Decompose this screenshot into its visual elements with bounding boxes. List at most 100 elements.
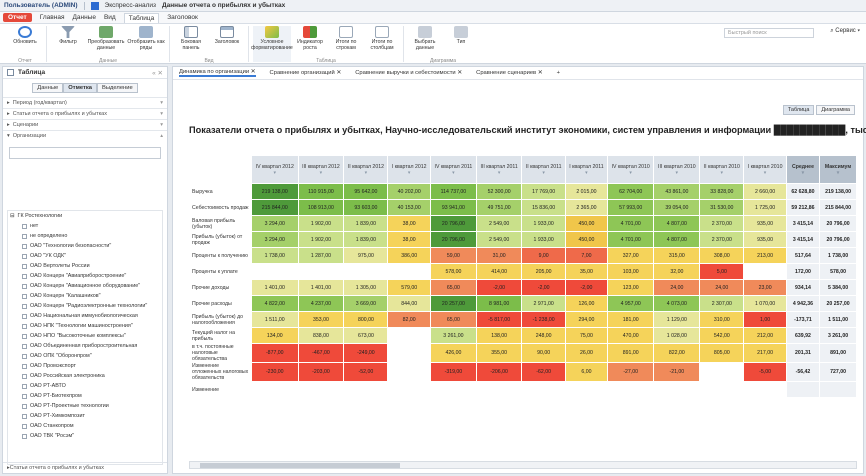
table-cell[interactable]: -2,00 bbox=[564, 279, 608, 296]
table-cell[interactable]: 3 415,14 bbox=[785, 231, 821, 248]
row-label[interactable]: Прочие расходы bbox=[189, 295, 252, 312]
table-cell[interactable] bbox=[387, 263, 431, 280]
app-name[interactable]: Экспресс-анализ bbox=[105, 2, 156, 9]
table-cell[interactable]: 26,00 bbox=[564, 343, 608, 363]
tree-item[interactable]: ОАО Национальная иммунобиологическая bbox=[8, 311, 162, 321]
table-cell[interactable] bbox=[297, 381, 345, 398]
column-filter-icon[interactable]: ▾ bbox=[566, 170, 607, 176]
growth-indicator-button[interactable]: Индикатор роста bbox=[293, 26, 327, 62]
table-cell[interactable] bbox=[251, 263, 299, 280]
tree-item[interactable]: ОАО Объединенная приборостроительная bbox=[8, 341, 162, 351]
quick-search-input[interactable]: Быстрый поиск bbox=[724, 28, 814, 38]
table-cell[interactable]: 844,00 bbox=[387, 295, 431, 312]
table-cell[interactable]: 800,00 bbox=[343, 311, 389, 328]
tab-data-panel[interactable]: Данные bbox=[32, 83, 64, 93]
table-cell[interactable]: 1 933,00 bbox=[521, 231, 566, 248]
table-cell[interactable]: 38,00 bbox=[387, 215, 431, 232]
column-filter-icon[interactable]: ▾ bbox=[700, 170, 743, 176]
table-cell[interactable] bbox=[564, 381, 608, 398]
table-cell[interactable]: 114 737,00 bbox=[429, 183, 477, 200]
conditional-format-button[interactable]: Условное форматирование bbox=[251, 26, 293, 62]
collapse-icon[interactable]: ⊟ bbox=[10, 213, 15, 219]
table-cell[interactable]: 1 738,00 bbox=[819, 247, 857, 264]
column-filter-icon[interactable]: ▾ bbox=[608, 170, 654, 176]
checkbox[interactable] bbox=[22, 223, 27, 229]
filter-button[interactable]: Фильтр bbox=[51, 26, 85, 62]
table-cell[interactable]: 3 261,00 bbox=[819, 327, 857, 344]
horizontal-scrollbar[interactable] bbox=[189, 461, 857, 469]
table-cell[interactable]: 23,00 bbox=[743, 279, 787, 296]
row-label[interactable]: Текущий налог на прибыль bbox=[189, 327, 252, 344]
table-cell[interactable]: 93 941,00 bbox=[429, 199, 477, 216]
checkbox[interactable] bbox=[22, 353, 27, 359]
table-cell[interactable] bbox=[699, 362, 745, 382]
show-as-rows-button[interactable]: Отобразить как ряды bbox=[127, 26, 165, 62]
row-label[interactable]: в т.ч. постоянные налоговые обязательств… bbox=[189, 343, 252, 363]
column-filter-icon[interactable]: ▾ bbox=[522, 170, 565, 176]
table-cell[interactable]: 4 237,00 bbox=[297, 295, 345, 312]
table-cell[interactable] bbox=[743, 381, 787, 398]
row-label[interactable]: Прибыль (убыток) до налогообложения bbox=[189, 311, 252, 328]
table-cell[interactable] bbox=[387, 362, 431, 382]
column-filter-icon[interactable]: ▾ bbox=[787, 170, 819, 176]
column-header[interactable]: Максимум ▾ bbox=[819, 155, 857, 184]
table-cell[interactable]: 31 530,00 bbox=[699, 199, 745, 216]
table-cell[interactable]: 90,00 bbox=[521, 343, 566, 363]
tab-mark[interactable]: Отметка bbox=[63, 83, 97, 93]
checkbox[interactable] bbox=[22, 303, 27, 309]
table-cell[interactable] bbox=[653, 381, 701, 398]
table-cell[interactable]: 17 769,00 bbox=[521, 183, 566, 200]
table-cell[interactable]: 1 738,00 bbox=[251, 247, 299, 264]
tab-home[interactable]: Главная bbox=[40, 14, 65, 21]
row-label[interactable]: Проценты к уплате bbox=[189, 263, 252, 280]
tree-item[interactable]: нет bbox=[8, 221, 162, 231]
tree-item[interactable]: ОАО Концерн "Радиоэлектронные технологии… bbox=[8, 301, 162, 311]
tree-item[interactable]: ОАО Российская электроника bbox=[8, 371, 162, 381]
chart-type-button[interactable]: Тип bbox=[444, 26, 478, 62]
table-cell[interactable]: 8 981,00 bbox=[475, 295, 523, 312]
table-cell[interactable]: 1 305,00 bbox=[343, 279, 389, 296]
tab-header[interactable]: Заголовок bbox=[167, 14, 198, 21]
table-cell[interactable]: -27,00 bbox=[606, 362, 655, 382]
column-filter-icon[interactable]: ▾ bbox=[431, 170, 476, 176]
table-cell[interactable]: 20 796,00 bbox=[819, 215, 857, 232]
column-filter-icon[interactable]: ▾ bbox=[654, 170, 699, 176]
table-cell[interactable]: 975,00 bbox=[343, 247, 389, 264]
table-cell[interactable]: 3 294,00 bbox=[251, 231, 299, 248]
tree-item[interactable]: ОАО РТ-Проектные технологии bbox=[8, 401, 162, 411]
column-filter-icon[interactable]: ▾ bbox=[344, 170, 387, 176]
checkbox[interactable] bbox=[22, 343, 27, 349]
table-cell[interactable]: 15 836,00 bbox=[521, 199, 566, 216]
tab-revenue-cost[interactable]: Сравнение выручки и себестоимости ✕ bbox=[355, 70, 462, 76]
table-cell[interactable]: 934,14 bbox=[785, 279, 821, 296]
table-cell[interactable]: 805,00 bbox=[699, 343, 745, 363]
column-header[interactable]: II квартал 2012 ▾ bbox=[343, 155, 389, 184]
table-cell[interactable]: 4 807,00 bbox=[653, 215, 701, 232]
table-cell[interactable]: -1 238,00 bbox=[521, 311, 566, 328]
table-cell[interactable]: 82,00 bbox=[387, 311, 431, 328]
table-cell[interactable]: 2 660,00 bbox=[743, 183, 787, 200]
accordion-scenarios[interactable]: ▸ Сценарии ▾ bbox=[3, 119, 167, 130]
tree-item[interactable]: ОАО НПО "Высокоточные комплексы" bbox=[8, 331, 162, 341]
table-cell[interactable]: 2 370,00 bbox=[699, 231, 745, 248]
table-cell[interactable]: -62,00 bbox=[521, 362, 566, 382]
table-cell[interactable]: 4 701,00 bbox=[606, 231, 655, 248]
column-filter-icon[interactable]: ▾ bbox=[820, 170, 856, 176]
table-cell[interactable] bbox=[251, 381, 299, 398]
table-cell[interactable]: 578,00 bbox=[429, 263, 477, 280]
table-view-button[interactable]: Таблица bbox=[782, 105, 815, 115]
tree-item[interactable]: ОАО ОПК "Оборонпром" bbox=[8, 351, 162, 361]
table-cell[interactable]: 935,00 bbox=[743, 231, 787, 248]
checkbox[interactable] bbox=[22, 253, 27, 259]
table-cell[interactable]: 65,00 bbox=[429, 279, 477, 296]
table-cell[interactable]: 673,00 bbox=[343, 327, 389, 344]
table-cell[interactable]: 426,00 bbox=[429, 343, 477, 363]
tree-item[interactable]: ОАО РТ-АВТО bbox=[8, 381, 162, 391]
table-cell[interactable] bbox=[343, 381, 389, 398]
table-cell[interactable]: 1 511,00 bbox=[819, 311, 857, 328]
tree-item[interactable]: ОАО Концерн "Калашников" bbox=[8, 291, 162, 301]
accordion-period[interactable]: ▸ Период (год/квартал) ▾ bbox=[3, 97, 167, 108]
left-panel-footer[interactable]: ▸ Статьи отчета о прибылях и убытках bbox=[3, 462, 167, 473]
user-label[interactable]: Пользователь (ADMIN) bbox=[4, 2, 78, 9]
checkbox[interactable] bbox=[22, 383, 27, 389]
